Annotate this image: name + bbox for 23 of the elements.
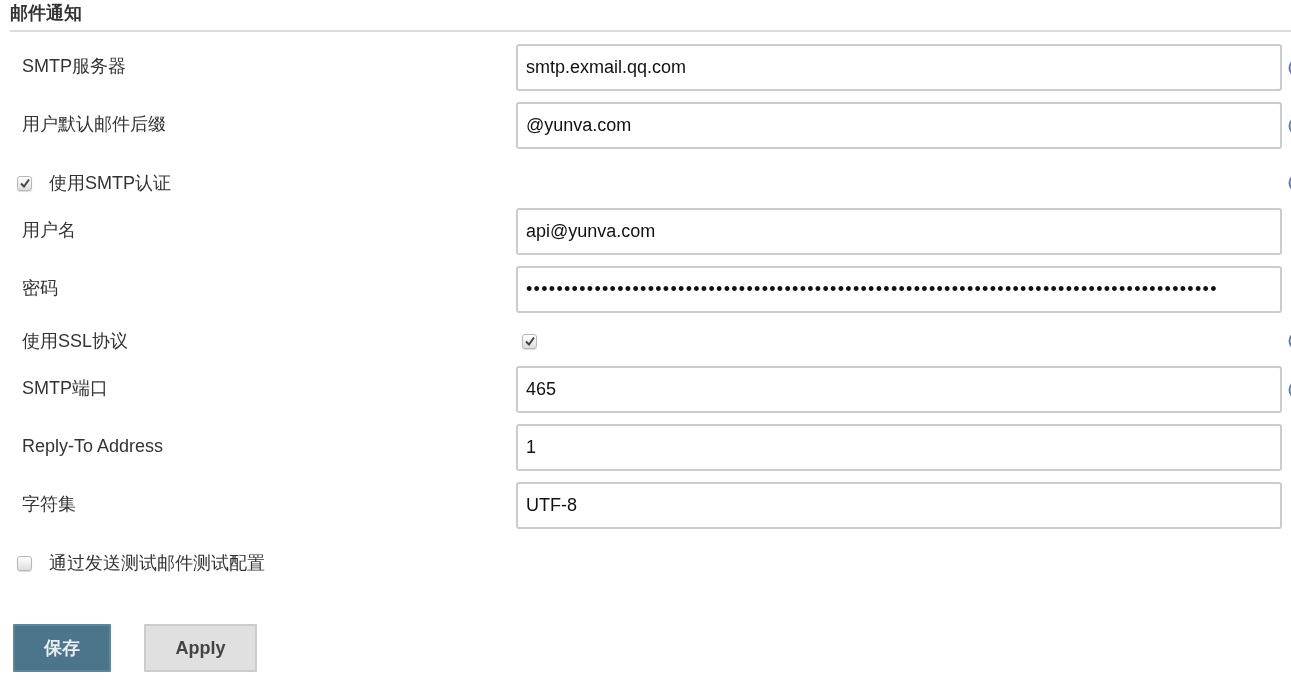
section-title: 邮件通知: [10, 0, 1291, 32]
checkbox-label: 使用SMTP认证: [49, 172, 171, 195]
input-field[interactable]: api@yunva.com: [516, 208, 1282, 255]
field-label: 使用SSL协议: [22, 331, 129, 351]
field-label: 用户名: [22, 220, 76, 240]
checkbox[interactable]: [522, 333, 537, 349]
save-button[interactable]: 保存: [13, 624, 111, 672]
input-field[interactable]: 465: [516, 366, 1282, 413]
apply-button[interactable]: Apply: [144, 624, 257, 672]
input-field[interactable]: @yunva.com: [516, 102, 1282, 149]
input-field[interactable]: 1: [516, 424, 1282, 471]
checkbox-label: 通过发送测试邮件测试配置: [49, 552, 265, 575]
input-field[interactable]: UTF-8: [516, 482, 1282, 529]
input-field[interactable]: smtp.exmail.qq.com: [516, 44, 1282, 91]
field-label: 密码: [22, 278, 58, 298]
field-label: 字符集: [22, 494, 76, 514]
checkbox[interactable]: [17, 555, 32, 571]
input-field[interactable]: •••••••••••••••••••••••••••••••••••••••••••••••••••••••••••••••••••••••••••••••••••••••••••: [516, 266, 1282, 313]
field-label: SMTP端口: [22, 378, 108, 398]
field-label: 用户默认邮件后缀: [22, 114, 166, 134]
field-label: SMTP服务器: [22, 56, 126, 76]
checkbox[interactable]: [17, 175, 32, 191]
field-label: Reply-To Address: [22, 436, 164, 456]
